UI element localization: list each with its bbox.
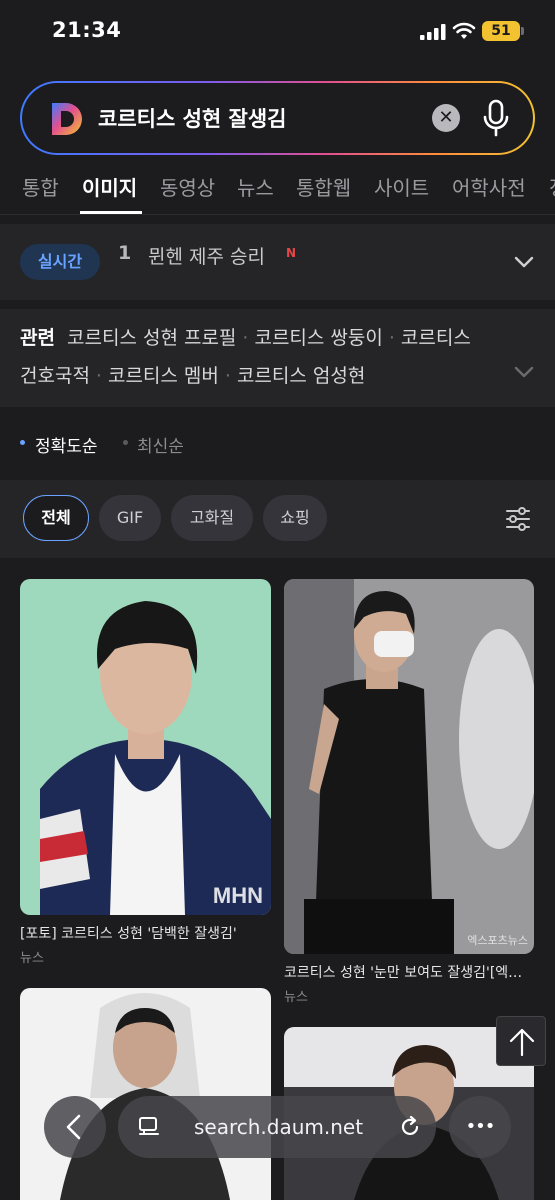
divider (0, 214, 555, 215)
result-image[interactable]: MHN (20, 579, 271, 915)
related-heading: 관련 (20, 327, 55, 349)
result-caption[interactable]: [포토] 코르티스 성현 '담백한 잘생김' (20, 923, 272, 943)
cellular-signal-icon (420, 24, 446, 40)
back-button[interactable] (44, 1096, 106, 1158)
daum-logo-icon[interactable] (50, 101, 84, 137)
related-item[interactable]: 코르티스 엄성현 (237, 365, 365, 387)
search-query[interactable]: 코르티스 성현 잘생김 (98, 103, 287, 135)
url-text[interactable]: search.daum.net (194, 1115, 363, 1139)
tab-news[interactable]: 뉴스 (237, 172, 274, 201)
scroll-to-top-button[interactable] (496, 1016, 546, 1066)
sort-latest[interactable]: 최신순 (137, 432, 184, 457)
realtime-trending[interactable]: 실시간 1 뮌헨 제주 승리 N (0, 224, 555, 300)
related-item[interactable]: 코르티스 쌍둥이 (254, 327, 382, 349)
status-bar: 21:34 51 (0, 0, 555, 62)
image-result[interactable]: 엑스포츠뉴스 코르티스 성현 '눈만 보여도 잘생김'[엑스포츠뉴스] 뉴스 (284, 579, 535, 1005)
search-tabs: 통합 이미지 동영상 뉴스 통합웹 사이트 어학사전 정 (0, 168, 555, 216)
tab-videos[interactable]: 동영상 (160, 172, 215, 201)
search-bar: 코르티스 성현 잘생김 ✕ (20, 81, 535, 155)
photo-thumbnail (20, 579, 271, 915)
status-time: 21:34 (52, 18, 122, 42)
result-source: 뉴스 (284, 990, 308, 1005)
tab-more[interactable]: 정 (549, 172, 555, 201)
image-watermark: 엑스포츠뉴스 (467, 934, 528, 947)
sort-accuracy[interactable]: 정확도순 (35, 432, 98, 457)
related-item[interactable]: 코르티스 멤버 (108, 365, 219, 387)
new-badge: N (286, 246, 297, 260)
more-button[interactable]: ••• (449, 1096, 511, 1158)
tab-sites[interactable]: 사이트 (374, 172, 429, 201)
tab-dictionary[interactable]: 어학사전 (452, 172, 526, 201)
chevron-left-icon (66, 1114, 81, 1140)
clear-search-button[interactable]: ✕ (432, 104, 460, 132)
filter-all[interactable]: 전체 (23, 495, 89, 541)
unselected-dot (123, 440, 128, 445)
trending-rank: 1 (118, 242, 132, 264)
chevron-down-icon[interactable] (514, 365, 534, 379)
sort-options: 정확도순 최신순 (0, 414, 555, 472)
tab-web[interactable]: 통합웹 (296, 172, 351, 201)
filter-settings-icon[interactable] (505, 506, 531, 532)
realtime-badge: 실시간 (20, 244, 100, 280)
reload-icon[interactable] (398, 1115, 422, 1139)
image-result[interactable]: MHN [포토] 코르티스 성현 '담백한 잘생김' 뉴스 (20, 579, 272, 966)
tab-images[interactable]: 이미지 (82, 172, 137, 201)
browser-toolbar: search.daum.net ••• (0, 1086, 555, 1200)
arrow-up-icon (509, 1028, 535, 1057)
filter-gif[interactable]: GIF (99, 495, 161, 541)
battery-indicator: 51 (482, 21, 524, 41)
result-image[interactable]: 엑스포츠뉴스 (284, 579, 534, 954)
result-caption[interactable]: 코르티스 성현 '눈만 보여도 잘생김'[엑스포츠뉴스] (284, 962, 535, 982)
related-searches: 관련 코르티스 성현 프로필 · 코르티스 쌍둥이 · 코르티스 건호국적 · 코르티스 멤… (0, 309, 555, 407)
filter-hd[interactable]: 고화질 (171, 495, 253, 541)
related-item[interactable]: 코르티스 성현 프로필 (67, 327, 236, 349)
page-format-icon[interactable] (138, 1116, 160, 1138)
image-watermark: MHN (212, 883, 263, 908)
filter-bar: 전체 GIF 고화질 쇼핑 (0, 480, 555, 558)
related-item[interactable]: 코르티스 (401, 327, 471, 349)
selected-dot (20, 440, 25, 445)
address-bar[interactable]: search.daum.net (118, 1096, 436, 1158)
chevron-down-icon[interactable] (514, 255, 534, 269)
microphone-icon[interactable] (482, 98, 510, 138)
result-source: 뉴스 (20, 951, 44, 966)
photo-thumbnail (284, 579, 534, 954)
related-item[interactable]: 건호국적 (20, 365, 90, 387)
filter-shopping[interactable]: 쇼핑 (263, 495, 327, 541)
tab-integrated[interactable]: 통합 (22, 172, 59, 201)
trending-keyword[interactable]: 뮌헨 제주 승리 (148, 242, 265, 269)
wifi-icon (452, 22, 476, 39)
